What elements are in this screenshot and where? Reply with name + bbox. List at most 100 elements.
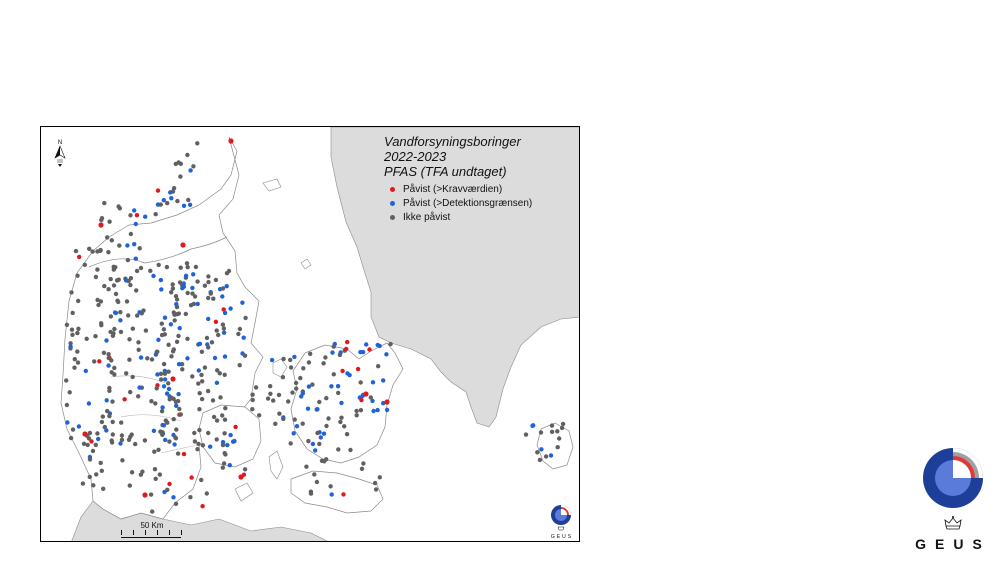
well-point-not-detected [72, 357, 77, 362]
well-point-detected [137, 385, 142, 390]
well-point-not-detected [339, 415, 344, 420]
well-point-not-detected [171, 417, 176, 422]
well-point-not-detected [128, 389, 133, 395]
well-point-not-detected [107, 413, 112, 419]
well-point-above-limit [98, 222, 104, 228]
well-point-detected [187, 202, 193, 207]
island-langeland [268, 450, 284, 480]
crown-icon [944, 516, 962, 530]
well-point-not-detected [354, 413, 359, 418]
well-point-not-detected [106, 352, 111, 357]
well-point-not-detected [136, 340, 141, 345]
well-point-above-limit [213, 319, 219, 324]
well-point-not-detected [166, 342, 171, 347]
well-point-detected [222, 354, 228, 359]
well-point-not-detected [170, 282, 175, 287]
well-point-not-detected [222, 451, 227, 456]
well-point-detected [168, 190, 173, 195]
well-point-above-limit [181, 451, 187, 457]
well-point-not-detected [86, 436, 92, 441]
bornholm [536, 422, 574, 470]
well-point-not-detected [73, 248, 79, 254]
well-point-not-detected [159, 321, 164, 326]
well-point-detected [294, 424, 300, 429]
well-point-not-detected [276, 392, 282, 398]
well-point-detected [292, 354, 297, 360]
well-point-not-detected [178, 174, 183, 179]
well-point-not-detected [199, 349, 205, 354]
well-point-not-detected [153, 401, 158, 406]
well-point-detected [125, 243, 130, 248]
well-point-not-detected [64, 378, 69, 383]
well-point-not-detected [174, 339, 180, 344]
well-point-not-detected [126, 313, 131, 318]
well-point-detected [172, 442, 177, 447]
well-point-not-detected [199, 396, 205, 402]
well-point-not-detected [136, 394, 141, 399]
well-point-not-detected [388, 341, 393, 347]
well-point-not-detected [312, 472, 317, 477]
well-point-detected [306, 384, 312, 389]
well-point-not-detected [220, 465, 225, 470]
well-point-not-detected [237, 326, 243, 332]
well-point-not-detected [281, 356, 286, 362]
well-point-detected [183, 273, 189, 278]
well-point-not-detected [204, 491, 209, 496]
well-point-not-detected [192, 430, 197, 436]
well-point-not-detected [300, 421, 305, 426]
well-point-not-detected [226, 268, 232, 274]
well-point-not-detected [268, 384, 273, 389]
well-point-not-detected [175, 451, 181, 456]
well-point-not-detected [549, 423, 555, 428]
well-point-not-detected [186, 197, 191, 203]
well-point-not-detected [555, 445, 560, 450]
well-point-not-detected [64, 322, 70, 327]
well-point-not-detected [110, 333, 116, 338]
well-point-not-detected [113, 291, 119, 297]
well-point-not-detected [288, 357, 293, 363]
well-point-not-detected [111, 283, 117, 288]
well-point-not-detected [120, 458, 125, 463]
well-point-not-detected [211, 414, 217, 420]
well-point-not-detected [184, 261, 190, 266]
well-point-not-detected [87, 430, 93, 436]
well-point-not-detected [105, 408, 110, 414]
well-point-detected [161, 423, 167, 428]
well-point-not-detected [191, 301, 197, 307]
well-point-not-detected [119, 420, 124, 425]
north-arrow-icon: N [53, 138, 67, 168]
well-point-detected [305, 406, 311, 411]
well-point-detected [371, 408, 376, 414]
well-point-not-detected [101, 486, 106, 491]
well-point-detected [221, 330, 227, 335]
well-point-not-detected [301, 366, 306, 371]
well-point-detected [329, 492, 334, 497]
well-point-detected [162, 489, 167, 495]
well-point-detected [384, 407, 390, 413]
legend-title-line-1: Vandforsyningsboringer [384, 134, 521, 149]
well-point-not-detected [336, 447, 341, 452]
well-point-not-detected [336, 390, 341, 396]
well-point-detected [381, 378, 386, 383]
well-point-not-detected [294, 386, 299, 391]
scale-bar-line [121, 534, 181, 538]
well-point-not-detected [72, 365, 77, 370]
well-point-above-limit [359, 397, 364, 403]
geus-logo: GEUS [915, 442, 995, 554]
well-point-detected [375, 407, 380, 413]
well-point-detected [232, 438, 237, 444]
well-point-not-detected [197, 427, 202, 433]
well-point-not-detected [165, 200, 170, 206]
well-point-not-detected [81, 441, 87, 446]
well-point-not-detected [138, 265, 144, 271]
well-point-not-detected [68, 435, 74, 441]
well-point-not-detected [206, 279, 211, 285]
well-point-not-detected [130, 326, 135, 331]
well-point-detected [83, 368, 88, 374]
well-point-not-detected [220, 413, 225, 418]
island-anholt [300, 258, 312, 270]
well-point-not-detected [323, 355, 328, 360]
well-point-not-detected [140, 469, 145, 474]
well-point-detected [151, 273, 156, 279]
well-point-detected [225, 442, 230, 448]
